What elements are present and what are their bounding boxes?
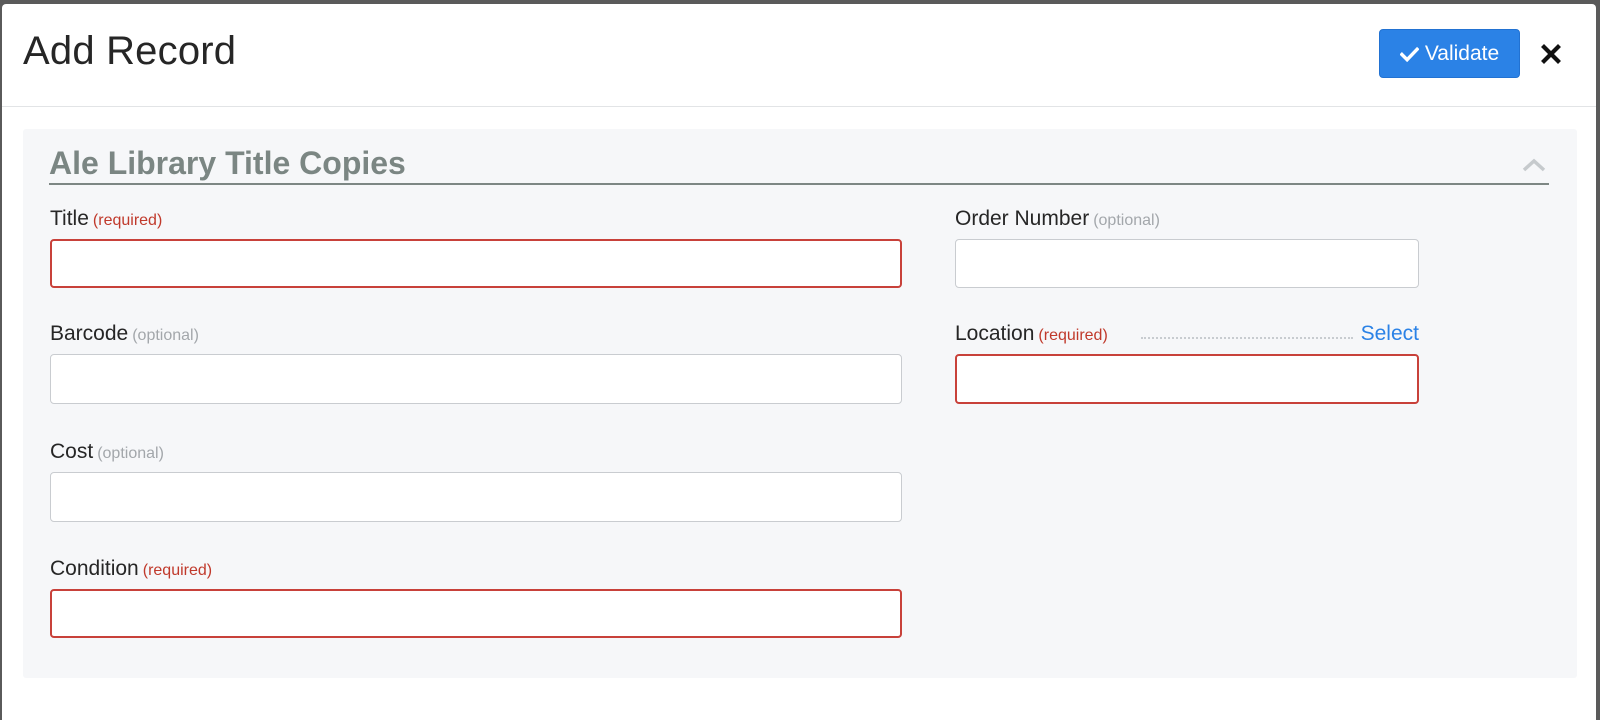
title-field: Title (required) bbox=[50, 205, 902, 288]
order-number-input[interactable] bbox=[955, 239, 1419, 288]
barcode-optional-tag: (optional) bbox=[132, 327, 199, 344]
barcode-input[interactable] bbox=[50, 354, 902, 404]
barcode-label-text: Barcode bbox=[50, 322, 129, 345]
section-title: Ale Library Title Copies bbox=[49, 145, 406, 181]
location-input[interactable] bbox=[955, 354, 1419, 404]
validate-label: Validate bbox=[1424, 41, 1500, 65]
validate-button[interactable]: Validate bbox=[1379, 29, 1520, 78]
order-number-label-text: Order Number bbox=[955, 207, 1090, 230]
location-required-tag: (required) bbox=[1038, 327, 1108, 344]
section-header: Ale Library Title Copies bbox=[49, 143, 1549, 185]
cost-label-text: Cost bbox=[50, 440, 94, 463]
title-required-tag: (required) bbox=[92, 212, 163, 229]
title-copies-section: Ale Library Title Copies Title (required)… bbox=[23, 129, 1577, 678]
title-input[interactable] bbox=[50, 239, 902, 288]
cost-label: Cost (optional) bbox=[50, 438, 902, 466]
location-field: Location (required) Select bbox=[955, 320, 1419, 404]
close-button[interactable] bbox=[1539, 42, 1563, 66]
order-number-label: Order Number (optional) bbox=[955, 205, 1419, 233]
location-select-link[interactable]: Select bbox=[1361, 320, 1419, 348]
cost-input[interactable] bbox=[50, 472, 902, 522]
condition-label-text: Condition bbox=[50, 557, 139, 580]
condition-label: Condition (required) bbox=[50, 555, 902, 583]
title-label-text: Title bbox=[50, 207, 89, 230]
modal-header: Add Record Validate bbox=[2, 4, 1596, 107]
location-label-text: Location bbox=[955, 322, 1035, 345]
condition-field: Condition (required) bbox=[50, 555, 902, 638]
title-label: Title (required) bbox=[50, 205, 902, 233]
dotted-leader bbox=[1141, 337, 1353, 339]
cost-field: Cost (optional) bbox=[50, 438, 902, 522]
barcode-field: Barcode (optional) bbox=[50, 320, 902, 404]
condition-input[interactable] bbox=[50, 589, 902, 638]
cost-optional-tag: (optional) bbox=[97, 445, 164, 462]
chevron-up-icon[interactable] bbox=[1521, 157, 1547, 173]
check-icon bbox=[1399, 46, 1419, 62]
order-number-optional-tag: (optional) bbox=[1093, 212, 1160, 229]
barcode-label: Barcode (optional) bbox=[50, 320, 902, 348]
order-number-field: Order Number (optional) bbox=[955, 205, 1419, 288]
add-record-modal: Add Record Validate Ale Library Title Co… bbox=[2, 4, 1596, 720]
modal-title: Add Record bbox=[23, 29, 237, 73]
close-icon bbox=[1541, 44, 1561, 64]
location-label: Location (required) Select bbox=[955, 320, 1419, 348]
condition-required-tag: (required) bbox=[142, 562, 213, 579]
